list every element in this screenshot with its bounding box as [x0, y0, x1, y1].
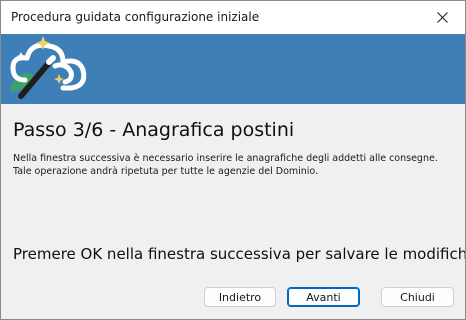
close-button[interactable]: Chiudi — [381, 287, 454, 307]
save-instruction-text: Premere OK nella finestra successiva per… — [13, 245, 466, 263]
back-button[interactable]: Indietro — [204, 287, 276, 307]
title-bar: Procedura guidata configurazione inizial… — [1, 1, 465, 34]
header-banner — [1, 34, 465, 104]
close-window-button[interactable] — [419, 1, 465, 34]
description-line-2: Tale operazione andrà ripetuta per tutte… — [13, 166, 319, 177]
page-title: Passo 3/6 - Anagrafica postini — [13, 119, 295, 141]
window-title: Procedura guidata configurazione inizial… — [11, 10, 260, 24]
step-description: Nella finestra successiva è necessario i… — [13, 152, 453, 178]
description-line-1: Nella finestra successiva è necessario i… — [13, 153, 438, 164]
close-icon — [436, 12, 448, 23]
next-button[interactable]: Avanti — [287, 287, 360, 307]
cloud-magic-wand-icon — [10, 36, 87, 99]
wizard-window: Procedura guidata configurazione inizial… — [0, 0, 466, 320]
